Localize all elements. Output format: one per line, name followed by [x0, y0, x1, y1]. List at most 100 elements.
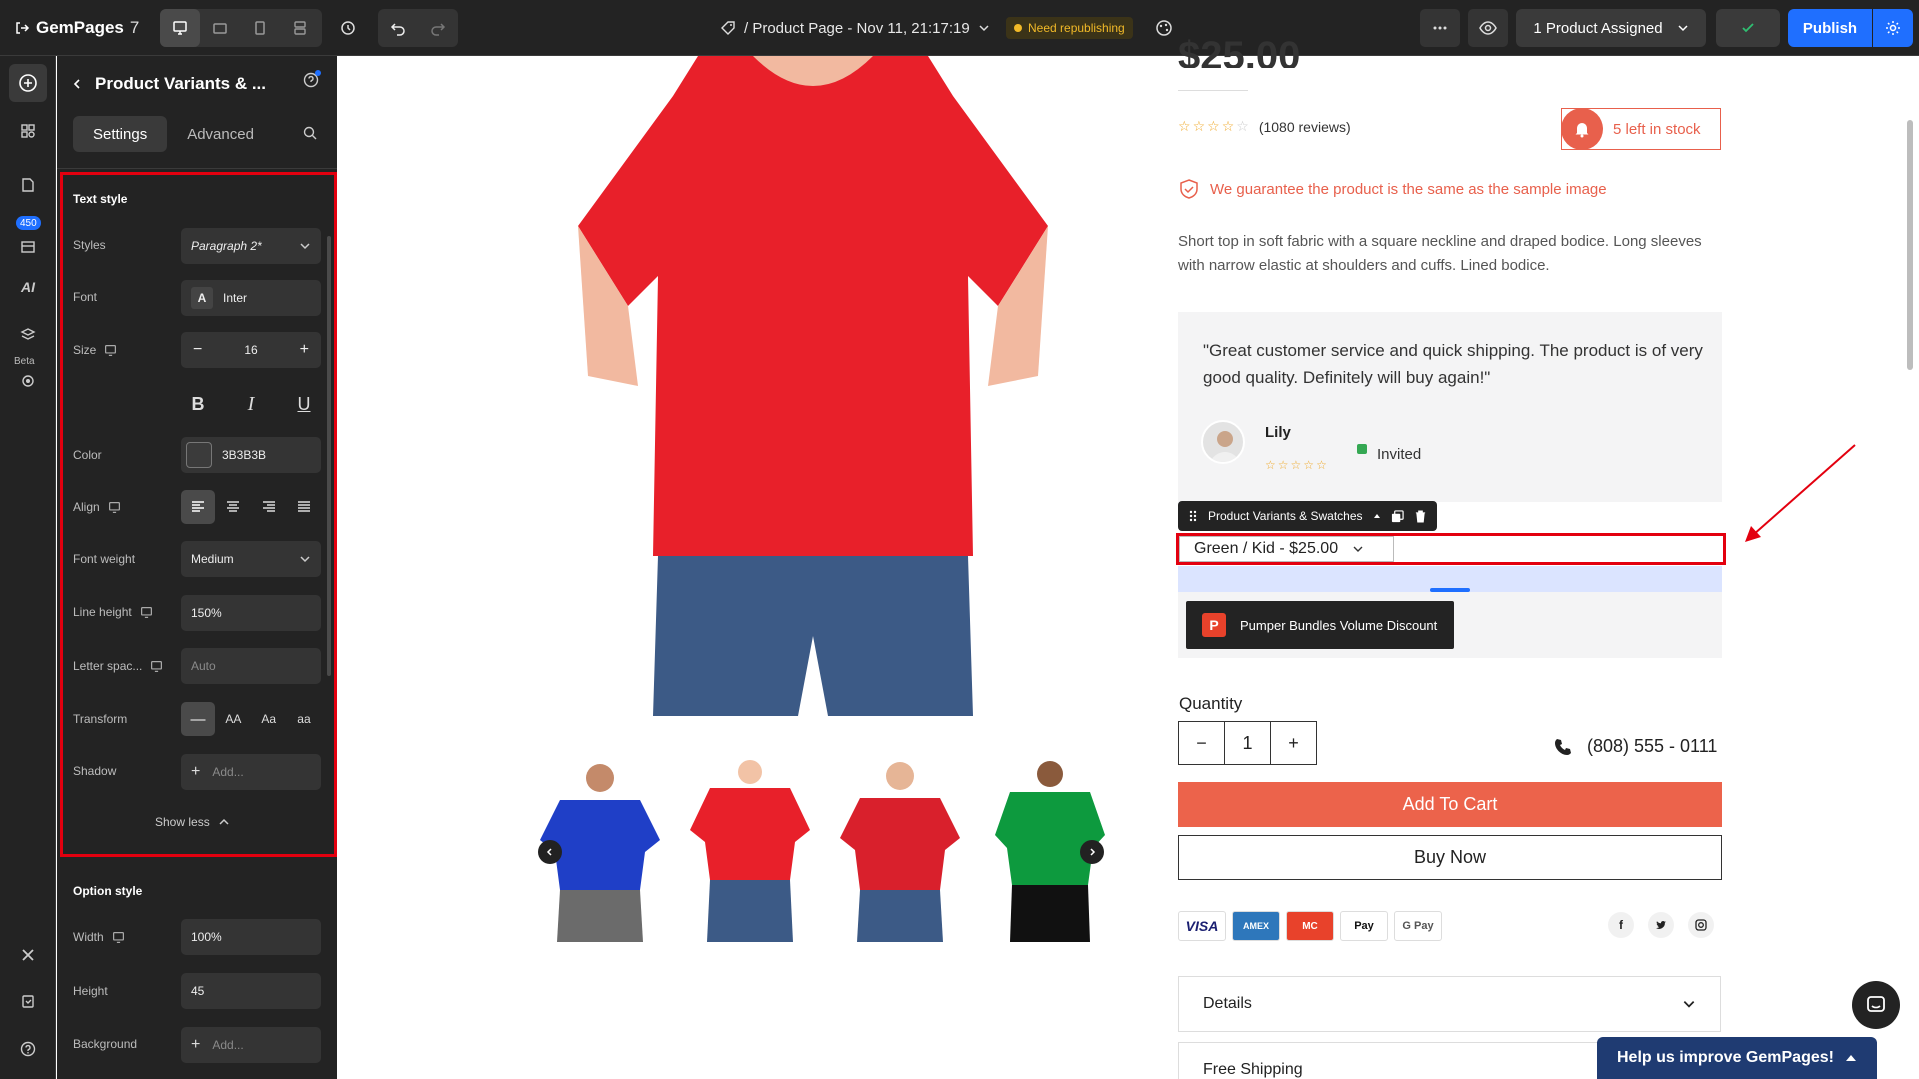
quantity-increase-button[interactable]: + — [1270, 722, 1316, 764]
background-add-button[interactable]: + Add... — [181, 1027, 321, 1063]
align-justify-button[interactable] — [287, 490, 321, 524]
undo-button[interactable] — [378, 9, 418, 47]
back-chevron-icon[interactable] — [71, 78, 83, 90]
transform-lowercase-button[interactable]: aa — [287, 702, 321, 736]
library-button[interactable] — [9, 228, 47, 266]
letter-spacing-input[interactable]: Auto — [181, 648, 321, 684]
show-less-button[interactable]: Show less — [155, 815, 230, 829]
preview-button[interactable] — [1468, 9, 1508, 47]
star-icon: ☆ — [1290, 458, 1302, 472]
page-title-selector[interactable]: / Product Page - Nov 11, 21:17:19 — [720, 14, 990, 42]
accordion-details[interactable]: Details — [1178, 976, 1721, 1032]
variant-dropdown[interactable]: Green / Kid - $25.00 — [1179, 536, 1394, 562]
product-assigned-dropdown[interactable]: 1 Product Assigned — [1516, 9, 1706, 47]
brand-logo[interactable]: GemPages 7 — [14, 12, 139, 44]
transform-uppercase-button[interactable]: AA — [216, 702, 250, 736]
element-toolbar-label[interactable]: Product Variants & Swatches — [1208, 509, 1363, 523]
review-count[interactable]: (1080 reviews) — [1259, 119, 1351, 135]
x-tool-button[interactable] — [9, 936, 47, 974]
quantity-input[interactable]: 1 — [1224, 722, 1270, 764]
align-right-button[interactable] — [252, 490, 286, 524]
tab-settings[interactable]: Settings — [73, 116, 168, 152]
history-button[interactable] — [334, 14, 362, 42]
styles-dropdown[interactable]: Paragraph 2* — [181, 228, 321, 264]
beta-tool-button[interactable] — [9, 362, 47, 400]
sections-button[interactable] — [9, 112, 47, 150]
drop-zone[interactable] — [1178, 566, 1722, 592]
desktop-view-button[interactable] — [160, 9, 200, 47]
add-element-button[interactable] — [9, 64, 47, 102]
mobile-view-button[interactable] — [240, 9, 280, 47]
publish-button[interactable]: Publish — [1788, 9, 1872, 47]
shadow-add-button[interactable]: + Add... — [181, 754, 321, 790]
layout-view-button[interactable] — [280, 9, 320, 47]
transform-capitalize-button[interactable]: Aa — [252, 702, 286, 736]
align-center-button[interactable] — [216, 490, 250, 524]
quantity-decrease-button[interactable]: − — [1179, 722, 1224, 764]
author-rating-stars: ☆ ☆ ☆ ☆ ☆ — [1265, 458, 1327, 472]
bold-button[interactable]: B — [181, 387, 215, 421]
main-product-image[interactable] — [578, 56, 1048, 716]
tablet-landscape-view-button[interactable] — [200, 9, 240, 47]
font-weight-dropdown[interactable]: Medium — [181, 541, 321, 577]
text-decoration-group: B I U — [181, 386, 321, 422]
more-options-button[interactable] — [1420, 9, 1460, 47]
color-picker[interactable]: 3B3B3B — [181, 437, 321, 473]
theme-button[interactable] — [1150, 14, 1178, 42]
option-width-input[interactable]: 100% — [181, 919, 321, 955]
buy-now-button[interactable]: Buy Now — [1178, 835, 1722, 880]
align-left-button[interactable] — [181, 490, 215, 524]
increase-size-button[interactable]: + — [300, 341, 309, 359]
facebook-icon[interactable]: f — [1608, 912, 1634, 938]
device-switcher — [160, 9, 322, 47]
option-height-input[interactable]: 45 — [181, 973, 321, 1009]
caret-up-icon[interactable] — [1373, 512, 1381, 520]
twitter-icon[interactable] — [1648, 912, 1674, 938]
tag-icon — [721, 21, 735, 35]
save-button[interactable] — [1716, 9, 1780, 47]
desktop-icon — [140, 606, 152, 618]
align-left-icon — [192, 501, 204, 512]
underline-button[interactable]: U — [287, 387, 321, 421]
redo-button[interactable] — [418, 9, 458, 47]
canvas-scrollbar[interactable] — [1907, 120, 1913, 370]
thumbnail-red-adult-shirt[interactable] — [835, 760, 965, 942]
checklist-button[interactable] — [9, 982, 47, 1020]
plus-icon: + — [191, 763, 201, 780]
duplicate-icon[interactable] — [1391, 509, 1404, 523]
thumbnail-red-kid-shirt[interactable] — [685, 760, 815, 942]
phone-number[interactable]: (808) 555 - 0111 — [1587, 736, 1717, 757]
chat-button[interactable] — [1852, 981, 1900, 1029]
undo-icon — [390, 23, 405, 36]
invited-badge: Invited — [1357, 443, 1421, 463]
transform-none-button[interactable]: — — [181, 702, 215, 736]
search-settings-button[interactable] — [303, 126, 317, 143]
thumbnail-prev-button[interactable] — [538, 840, 562, 864]
line-height-input[interactable]: 150% — [181, 595, 321, 631]
price-divider — [1178, 90, 1248, 91]
help-button[interactable] — [9, 1030, 47, 1068]
desktop-icon — [108, 501, 120, 513]
panel-help-button[interactable] — [303, 70, 321, 91]
pages-button[interactable] — [9, 166, 47, 204]
bundle-discount-button[interactable]: P Pumper Bundles Volume Discount — [1186, 601, 1454, 649]
layers-button[interactable] — [9, 316, 47, 354]
add-to-cart-button[interactable]: Add To Cart — [1178, 782, 1722, 827]
star-icon: ☆ — [1207, 118, 1220, 134]
publish-settings-button[interactable] — [1873, 9, 1913, 47]
status-dot — [1014, 24, 1022, 32]
instagram-icon[interactable] — [1688, 912, 1714, 938]
color-swatch[interactable] — [186, 442, 212, 468]
size-value[interactable]: 16 — [244, 343, 257, 357]
thumbnail-next-button[interactable] — [1080, 840, 1104, 864]
decrease-size-button[interactable]: − — [193, 341, 202, 359]
italic-button[interactable]: I — [234, 387, 268, 421]
plus-icon: + — [191, 1036, 201, 1053]
trash-icon[interactable] — [1414, 509, 1427, 523]
tab-advanced[interactable]: Advanced — [167, 116, 274, 152]
font-picker[interactable]: A Inter — [181, 280, 321, 316]
star-icon: ☆ — [1303, 458, 1315, 472]
drag-handle-icon[interactable] — [1188, 510, 1198, 522]
feedback-bar[interactable]: Help us improve GemPages! — [1597, 1037, 1877, 1079]
ai-button[interactable]: AI — [9, 268, 47, 306]
